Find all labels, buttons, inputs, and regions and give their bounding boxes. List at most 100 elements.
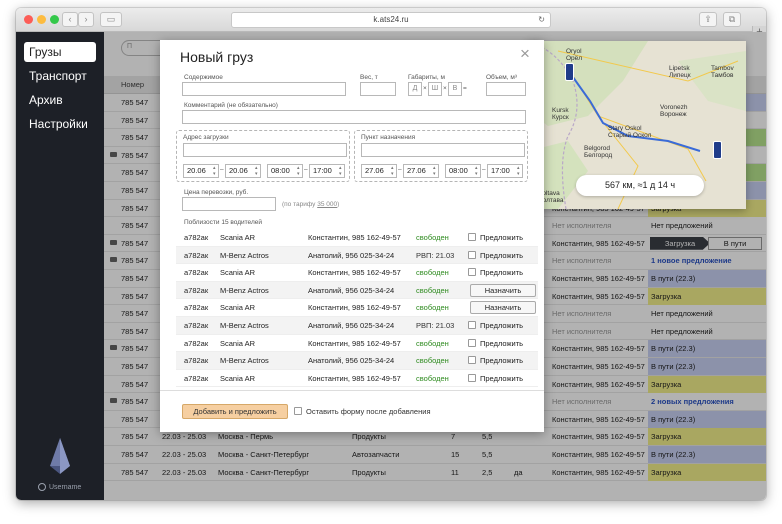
sidebar-item[interactable]: Настройки	[24, 114, 96, 134]
share-icon[interactable]: ⇪	[699, 12, 717, 27]
sidebar-item[interactable]: Грузы	[24, 42, 96, 62]
dest-date-to[interactable]: 27.06	[403, 164, 439, 178]
map-city-label: Воронеж	[660, 111, 687, 118]
offer-label: Предложить	[480, 268, 524, 278]
offer-checkbox[interactable]	[468, 373, 476, 382]
address-bar[interactable]: k.ats24.ru ↻	[231, 12, 551, 28]
driver-state: свободен	[416, 356, 449, 366]
weight-label: Вес, т	[360, 74, 378, 81]
offer-label: Предложить	[480, 356, 524, 366]
map-city-label: Stary Oskol	[608, 125, 642, 132]
offer-label: Предложить	[480, 321, 524, 330]
offer-checkbox[interactable]	[468, 250, 476, 259]
offer-checkbox[interactable]	[468, 268, 476, 277]
address-text: k.ats24.ru	[373, 15, 409, 24]
offer-checkbox[interactable]	[468, 356, 476, 365]
load-address-input[interactable]	[183, 143, 347, 157]
sidebar-item[interactable]: Транспорт	[24, 66, 96, 86]
modal-title: Новый груз	[180, 49, 254, 65]
assign-button[interactable]: Назначить	[470, 301, 536, 315]
driver-row[interactable]: а782ак M-Benz Actros Анатолий, 956 025-34-…	[176, 281, 538, 300]
map-city-label: Voronezh	[660, 104, 688, 111]
forward-icon[interactable]: ›	[78, 12, 94, 27]
sidebar-toggle-icon[interactable]: ▭	[100, 12, 122, 27]
driver-contact: Анатолий, 956 025-34-24	[308, 321, 395, 330]
offer-label: Предложить	[480, 250, 524, 260]
driver-row[interactable]: а782ак Scania AR Константин, 985 162-49-57…	[176, 299, 538, 317]
driver-contact: Константин, 985 162-49-57	[308, 233, 401, 242]
driver-state: свободен	[416, 285, 449, 295]
route-map[interactable]: Oryol Орёл Lipetsk Липецк Tambov Тамбов Kursk К…	[528, 41, 746, 209]
driver-contact: Анатолий, 956 025-34-24	[308, 250, 395, 260]
contents-input[interactable]	[182, 82, 346, 96]
tabs-icon[interactable]: ⧉	[723, 12, 741, 27]
driver-plate: а782ак	[184, 373, 209, 383]
sidebar-item[interactable]: Архив	[24, 90, 96, 110]
assign-button[interactable]: Назначить	[470, 283, 536, 297]
volume-input[interactable]	[486, 82, 526, 96]
minimize-window-button[interactable]	[37, 15, 46, 24]
price-label: Цена перевозки, руб.	[184, 189, 249, 196]
dim-input[interactable]: Д	[408, 82, 422, 96]
offer-checkbox[interactable]	[468, 338, 476, 347]
driver-plate: а782ак	[184, 321, 209, 330]
driver-state: свободен	[416, 338, 449, 348]
map-city-label: Тамбов	[711, 72, 734, 79]
load-group: Адрес загрузки 20.06 – 20.06 08:00 – 17:…	[176, 130, 350, 182]
driver-truck: M-Benz Actros	[220, 321, 269, 330]
dest-address-input[interactable]	[361, 143, 525, 157]
driver-contact: Константин, 985 162-49-57	[308, 373, 401, 383]
driver-plate: а782ак	[184, 285, 209, 295]
load-time-from[interactable]: 08:00	[267, 164, 303, 178]
divider	[160, 390, 544, 391]
weight-input[interactable]	[360, 82, 396, 96]
comment-input[interactable]	[182, 110, 526, 124]
maximize-window-button[interactable]	[50, 15, 59, 24]
load-time-to[interactable]: 17:00	[309, 164, 345, 178]
offer-label: Предложить	[480, 373, 524, 383]
offer-checkbox[interactable]	[468, 233, 476, 241]
driver-contact: Анатолий, 956 025-34-24	[308, 356, 395, 366]
truck-marker-destination[interactable]	[713, 141, 722, 159]
close-window-button[interactable]	[24, 15, 33, 24]
driver-row[interactable]: а782ак Scania AR Константин, 985 162-49-57…	[176, 229, 538, 247]
driver-row[interactable]: а782ак Scania AR Константин, 985 162-49-57…	[176, 264, 538, 282]
user-info[interactable]: Username	[38, 483, 81, 491]
driver-plate: а782ак	[184, 303, 209, 313]
dest-date-from[interactable]: 27.06	[361, 164, 397, 178]
reload-icon[interactable]: ↻	[538, 13, 545, 27]
dim-input[interactable]: В	[448, 82, 462, 96]
offer-checkbox[interactable]	[468, 321, 476, 329]
sidebar: Грузы Транспорт Архив Настройки Username	[16, 32, 104, 500]
keep-form-checkbox[interactable]	[294, 407, 302, 415]
driver-contact: Анатолий, 956 025-34-24	[308, 285, 395, 295]
driver-state: свободен	[416, 233, 449, 242]
dim-input[interactable]: Ш	[428, 82, 442, 96]
nearby-drivers-label: Поблизости 15 водителей	[184, 219, 262, 226]
price-input[interactable]	[182, 197, 276, 211]
map-city-label: Курск	[552, 114, 569, 121]
driver-row[interactable]: а782ак M-Benz Actros Анатолий, 956 025-34-…	[176, 317, 538, 335]
driver-truck: Scania AR	[220, 373, 256, 383]
add-and-offer-button[interactable]: Добавить и предложить	[182, 404, 288, 419]
back-icon[interactable]: ‹	[62, 12, 78, 27]
truck-marker-origin[interactable]	[565, 63, 574, 81]
close-icon[interactable]: ×	[520, 44, 530, 64]
dest-time-to[interactable]: 17:00	[487, 164, 523, 178]
contents-label: Содержимое	[184, 74, 223, 81]
load-date-from[interactable]: 20.06	[183, 164, 219, 178]
browser-window: ‹ › ▭ k.ats24.ru ↻ ⇪ ⧉ + Грузы Транспорт А…	[16, 8, 766, 500]
driver-contact: Константин, 985 162-49-57	[308, 268, 401, 278]
driver-truck: Scania AR	[220, 338, 256, 348]
load-date-to[interactable]: 20.06	[225, 164, 261, 178]
map-city-label: Орёл	[566, 55, 583, 62]
map-city-label: Lipetsk	[669, 65, 690, 72]
driver-row[interactable]: а782ак M-Benz Actros Анатолий, 956 025-34-…	[176, 352, 538, 370]
driver-plate: а782ак	[184, 338, 209, 348]
driver-row[interactable]: а782ак Scania AR Константин, 985 162-49-57…	[176, 370, 538, 388]
map-city-label: Tambov	[711, 65, 734, 72]
tariff-value[interactable]: 35 000	[317, 201, 337, 208]
driver-row[interactable]: а782ак M-Benz Actros Анатолий, 956 025-34-…	[176, 246, 538, 265]
dest-time-from[interactable]: 08:00	[445, 164, 481, 178]
driver-row[interactable]: а782ак Scania AR Константин, 985 162-49-57…	[176, 335, 538, 353]
